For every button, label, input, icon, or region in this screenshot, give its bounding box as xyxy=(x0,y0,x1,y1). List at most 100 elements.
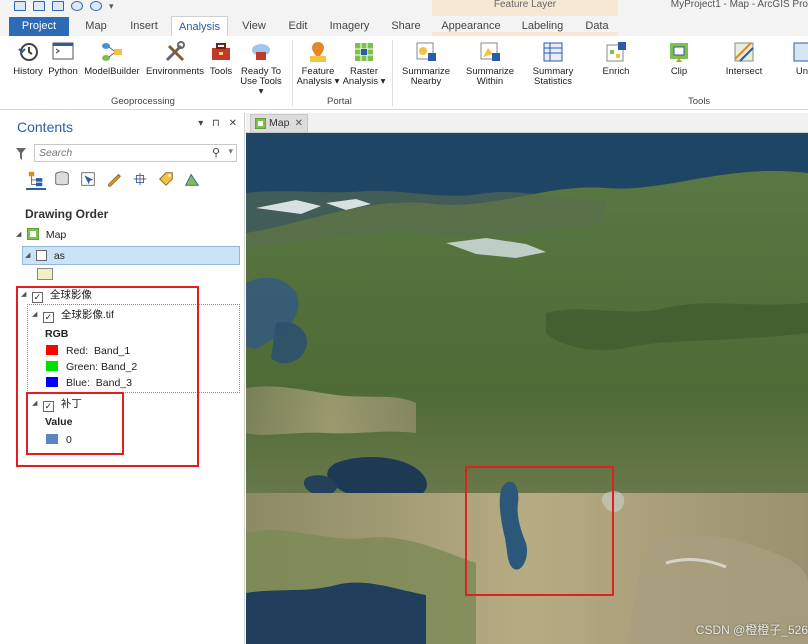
map-icon xyxy=(26,227,40,241)
summarize-within-label-2: Within xyxy=(476,76,504,87)
undo-icon[interactable] xyxy=(71,1,83,11)
drawing-order-heading: Drawing Order xyxy=(25,207,109,221)
tab-edit[interactable]: Edit xyxy=(284,17,312,36)
search-placeholder: Search xyxy=(39,147,73,159)
enrich-button[interactable]: Enrich xyxy=(598,40,634,77)
tab-labeling[interactable]: Labeling xyxy=(520,17,565,36)
map-tree-item[interactable]: ◢ Map xyxy=(16,226,66,244)
context-group-label: Feature Layer xyxy=(432,0,618,16)
portal-group-label: Portal xyxy=(327,96,352,107)
summarize-within-button[interactable]: Summarize Within xyxy=(466,40,514,87)
intersect-button[interactable]: Intersect xyxy=(724,40,764,77)
close-icon[interactable]: ✕ xyxy=(295,115,303,132)
group-separator xyxy=(292,40,293,106)
ready-to-use-icon xyxy=(252,44,270,60)
toolbox-icon xyxy=(212,43,230,60)
tools-group-label: Tools xyxy=(688,96,711,107)
collapse-triangle-icon[interactable]: ◢ xyxy=(25,247,33,265)
ribbon-analysis: History Python ModelBuilder Environments… xyxy=(0,36,808,110)
summarize-nearby-icon xyxy=(416,42,436,61)
tab-share[interactable]: Share xyxy=(388,17,424,36)
list-by-source-icon[interactable] xyxy=(52,170,72,190)
modelbuilder-button[interactable]: ModelBuilder xyxy=(82,40,142,77)
summarize-nearby-button[interactable]: Summarize Nearby xyxy=(402,40,450,87)
layer-visibility-checkbox[interactable] xyxy=(35,250,47,261)
modelbuilder-icon xyxy=(102,43,122,61)
group-separator xyxy=(392,40,393,106)
history-icon xyxy=(18,43,38,61)
tools-button[interactable]: Tools xyxy=(207,40,235,77)
feature-analysis-button[interactable]: Feature Analysis ▾ xyxy=(296,40,340,87)
filter-icon[interactable] xyxy=(16,148,26,160)
qat-dropdown-icon[interactable]: ▾ xyxy=(109,1,114,11)
modelbuilder-label: ModelBuilder xyxy=(84,66,140,77)
tab-analysis[interactable]: Analysis xyxy=(171,16,228,37)
tab-imagery[interactable]: Imagery xyxy=(327,17,372,36)
summarize-nearby-label-2: Nearby xyxy=(410,76,442,87)
arcgis-pro-window: ▾ Feature Layer MyProject1 - Map - ArcGI… xyxy=(0,0,808,644)
environments-icon xyxy=(165,41,185,62)
tab-appearance[interactable]: Appearance xyxy=(440,17,502,36)
list-by-labeling-icon[interactable] xyxy=(156,170,176,190)
tab-map-view[interactable]: Map ✕ xyxy=(250,114,308,133)
raster-analysis-label-2: Analysis ▾ xyxy=(342,76,386,87)
tab-insert[interactable]: Insert xyxy=(126,17,162,36)
contents-pane: Contents ▾ ⊓ ✕ Search ⚲ ▾ Drawing Order … xyxy=(8,113,245,644)
ready-to-use-tools-button[interactable]: Ready To Use Tools ▾ xyxy=(237,40,285,97)
collapse-triangle-icon[interactable]: ◢ xyxy=(16,226,24,244)
contents-title: Contents xyxy=(17,119,74,135)
title-bar: ▾ Feature Layer MyProject1 - Map - ArcGI… xyxy=(0,0,808,16)
satellite-imagery xyxy=(246,133,808,644)
map-view[interactable]: CSDN @橙橙子_526 xyxy=(246,133,808,644)
history-button[interactable]: History xyxy=(11,40,45,77)
list-by-perspective-imagery-icon[interactable] xyxy=(182,170,202,190)
environments-label: Environments xyxy=(145,66,205,77)
layer-as-symbol[interactable] xyxy=(37,268,53,280)
map-icon xyxy=(255,118,266,129)
search-input[interactable]: Search ⚲ ▾ xyxy=(34,144,237,162)
ribbon-tabs: Project Map Insert Analysis View Edit Im… xyxy=(0,16,808,52)
raster-analysis-icon xyxy=(355,43,373,61)
tab-view[interactable]: View xyxy=(238,17,270,36)
list-by-editing-icon[interactable] xyxy=(104,170,124,190)
geoprocessing-group-label: Geoprocessing xyxy=(111,96,175,107)
python-label: Python xyxy=(48,66,78,77)
python-icon xyxy=(52,42,74,60)
enrich-icon xyxy=(606,42,626,62)
map-name: Map xyxy=(45,229,67,241)
layer-as-name: as xyxy=(53,250,65,262)
feature-analysis-icon xyxy=(310,42,326,62)
union-icon xyxy=(793,42,808,62)
list-by-drawing-order-icon[interactable] xyxy=(26,170,46,190)
union-label: Uni xyxy=(795,66,808,77)
python-button[interactable]: Python xyxy=(47,40,79,77)
list-by-selection-icon[interactable] xyxy=(78,170,98,190)
tab-project[interactable]: Project xyxy=(9,17,69,36)
search-dropdown-icon[interactable]: ▾ xyxy=(228,146,233,157)
tab-data[interactable]: Data xyxy=(584,17,610,36)
layer-as[interactable]: ◢ as xyxy=(22,246,240,265)
pane-controls[interactable]: ▾ ⊓ ✕ xyxy=(198,118,240,129)
watermark: CSDN @橙橙子_526 xyxy=(695,623,808,637)
open-project-icon[interactable] xyxy=(33,1,45,11)
raster-analysis-button[interactable]: Raster Analysis ▾ xyxy=(342,40,386,87)
tab-map[interactable]: Map xyxy=(82,17,110,36)
search-icon[interactable]: ⚲ xyxy=(212,146,220,159)
summary-statistics-button[interactable]: Summary Statistics xyxy=(529,40,577,87)
annotation-highlight-box xyxy=(26,392,124,455)
redo-icon[interactable] xyxy=(90,1,102,11)
clip-label: Clip xyxy=(670,66,688,77)
quick-access-toolbar: ▾ xyxy=(14,0,114,12)
summary-statistics-icon xyxy=(543,42,563,62)
save-icon[interactable] xyxy=(52,1,64,11)
intersect-icon xyxy=(734,42,754,62)
summarize-within-icon xyxy=(480,42,500,61)
list-by-snapping-icon[interactable] xyxy=(130,170,150,190)
environments-button[interactable]: Environments xyxy=(145,40,205,77)
new-project-icon[interactable] xyxy=(14,1,26,11)
union-button[interactable]: Uni xyxy=(788,40,808,77)
clip-button[interactable]: Clip xyxy=(664,40,694,77)
history-label: History xyxy=(13,66,43,77)
feature-analysis-label-2: Analysis ▾ xyxy=(296,76,340,87)
map-view-tabbar: Map ✕ xyxy=(246,113,808,133)
